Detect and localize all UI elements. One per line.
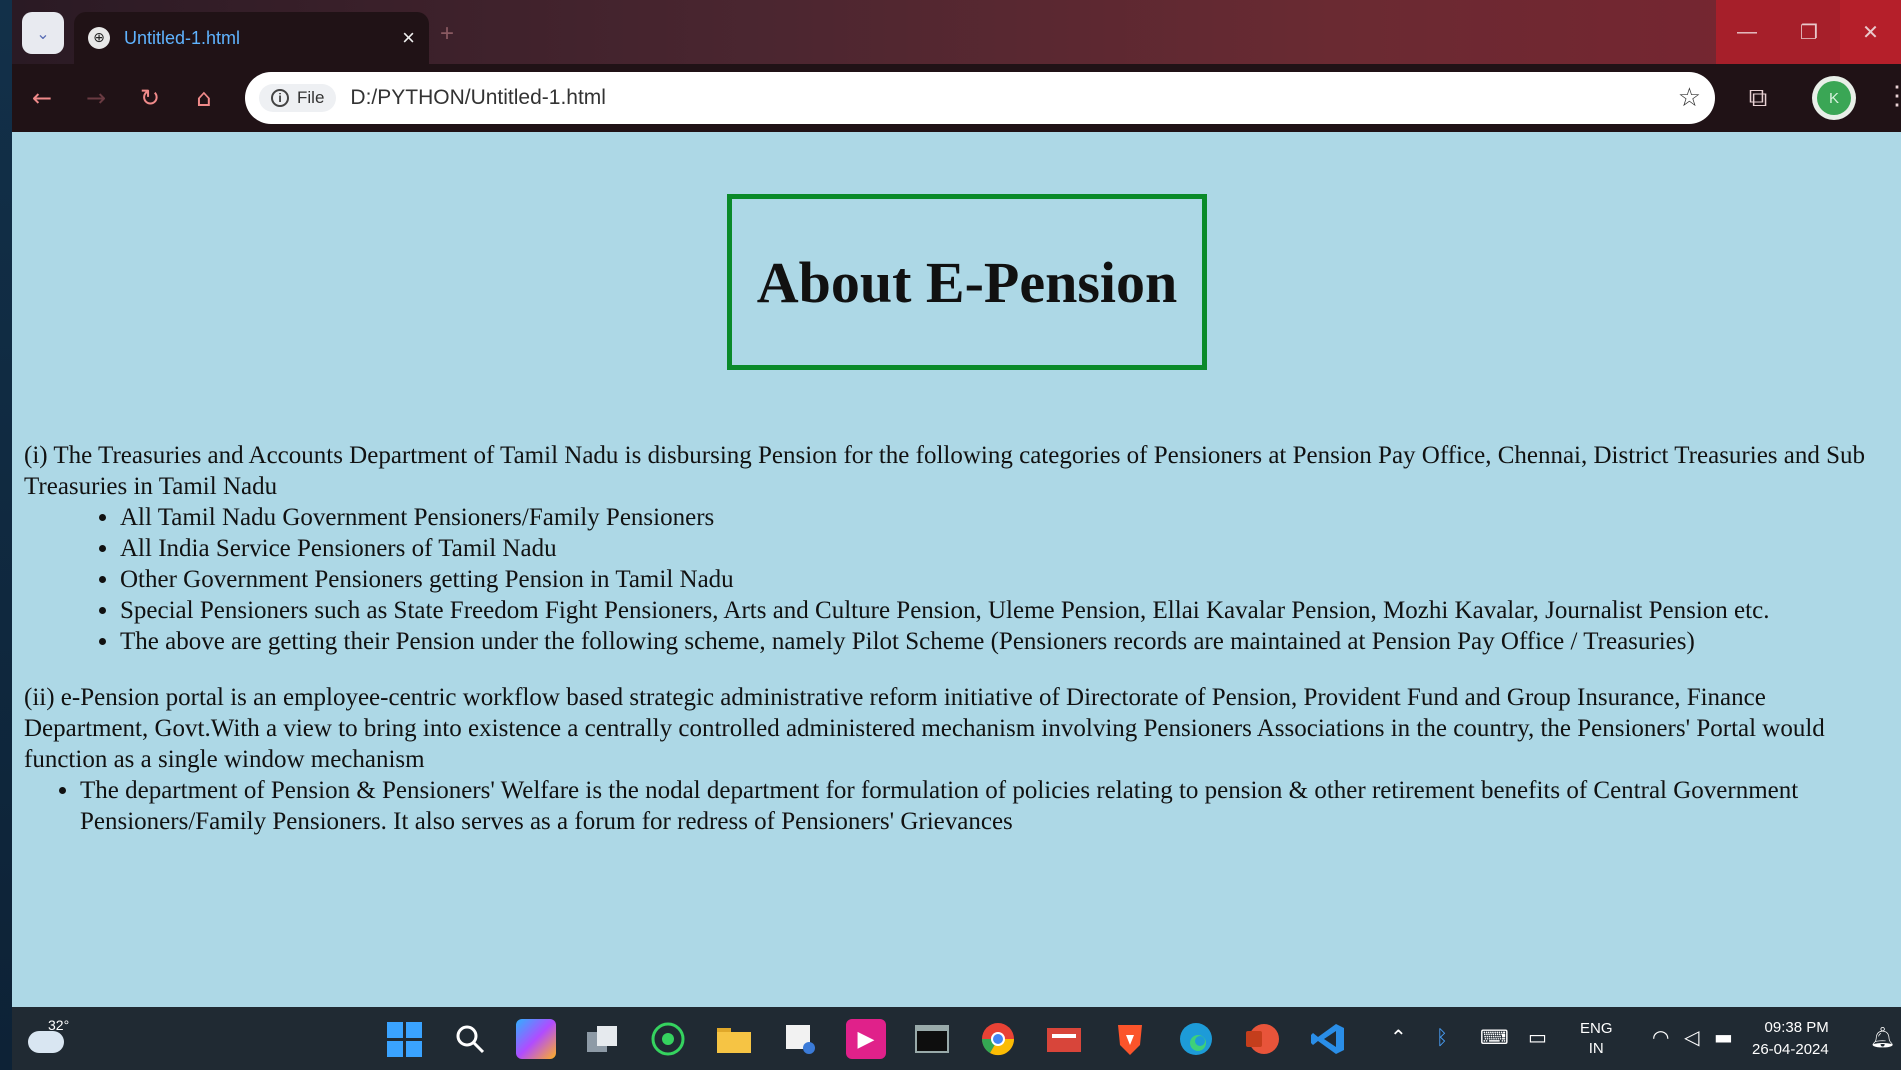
whatsapp-icon[interactable] <box>648 1019 688 1059</box>
page-viewport: About E-Pension (i) The Treasuries and A… <box>12 132 1901 1007</box>
back-arrow-icon[interactable]: ← <box>22 78 62 118</box>
media-app-icon[interactable]: ▶ <box>846 1019 886 1059</box>
task-view-icon[interactable] <box>582 1019 622 1059</box>
list-item: The above are getting their Pension unde… <box>120 626 1892 657</box>
clock-date: 26-04-2024 <box>1752 1040 1829 1058</box>
cloud-icon <box>28 1031 64 1053</box>
terminal-icon[interactable] <box>912 1019 952 1059</box>
tab-active[interactable]: ⊕ Untitled-1.html × <box>74 12 429 64</box>
paragraph-1: (i) The Treasuries and Accounts Departme… <box>24 442 1866 500</box>
keyboard-icon[interactable]: ⌨ <box>1480 1025 1509 1049</box>
edge-icon[interactable] <box>1176 1019 1216 1059</box>
store-icon[interactable] <box>1044 1019 1084 1059</box>
site-info-chip[interactable]: i File <box>259 84 337 112</box>
site-info-label: File <box>297 88 325 107</box>
tray-overflow-chevron-icon[interactable]: ⌃ <box>1390 1025 1407 1049</box>
new-tab-button[interactable]: + <box>440 20 454 48</box>
search-icon[interactable] <box>450 1019 490 1059</box>
tab-title: Untitled-1.html <box>124 27 241 48</box>
home-icon[interactable]: ⌂ <box>184 78 224 118</box>
list-item: Special Pensioners such as State Freedom… <box>120 595 1892 626</box>
system-clock[interactable]: 09:38 PM 26-04-2024 <box>1752 1007 1829 1070</box>
powerpoint-icon[interactable] <box>1242 1019 1282 1059</box>
battery-icon[interactable]: ▬ <box>1714 1025 1733 1049</box>
address-bar[interactable]: i File D:/PYTHON/Untitled-1.html ☆ <box>245 72 1715 124</box>
profile-avatar[interactable]: K <box>1812 76 1856 120</box>
list-item: Other Government Pensioners getting Pens… <box>120 564 1892 595</box>
volume-icon[interactable]: ◁ <box>1684 1025 1699 1049</box>
desktop-edge <box>0 0 12 1070</box>
page-content: (i) The Treasuries and Accounts Departme… <box>24 440 1892 837</box>
copilot-icon[interactable] <box>516 1019 556 1059</box>
reload-icon[interactable]: ↻ <box>130 78 170 118</box>
pensioner-category-list: All Tamil Nadu Government Pensioners/Fam… <box>24 502 1892 657</box>
avatar-initial: K <box>1817 81 1851 115</box>
info-icon: i <box>271 89 289 107</box>
window-close-button[interactable]: ✕ <box>1840 0 1901 64</box>
tab-close-icon[interactable]: × <box>402 25 415 51</box>
list-item: The department of Pension & Pensioners' … <box>80 775 1892 837</box>
browser-tab-strip: ⌄ ⊕ Untitled-1.html × + <box>12 0 1901 64</box>
extensions-puzzle-icon[interactable]: ⧉ <box>1742 82 1774 114</box>
weather-widget[interactable]: 32° <box>26 1017 70 1061</box>
list-item: All India Service Pensioners of Tamil Na… <box>120 533 1892 564</box>
clock-time: 09:38 PM <box>1764 1018 1829 1036</box>
language-indicator[interactable]: ENG IN <box>1580 1007 1613 1070</box>
window-minimize-button[interactable]: — <box>1716 0 1778 64</box>
start-icon[interactable] <box>384 1019 424 1059</box>
window-restore-button[interactable]: ❐ <box>1778 0 1840 64</box>
notification-bell-icon[interactable]: 🔔︎ <box>1870 1025 1895 1049</box>
heading-box: About E-Pension <box>727 194 1207 370</box>
wifi-icon[interactable]: ◠ <box>1652 1025 1669 1049</box>
chrome-icon[interactable] <box>978 1019 1018 1059</box>
bookmark-star-icon[interactable]: ☆ <box>1678 83 1701 113</box>
lang-bottom: IN <box>1588 1039 1604 1057</box>
lang-top: ENG <box>1580 1019 1613 1037</box>
snipping-tool-icon[interactable] <box>780 1019 820 1059</box>
forward-arrow-icon[interactable]: → <box>76 78 116 118</box>
list-item: All Tamil Nadu Government Pensioners/Fam… <box>120 502 1892 533</box>
display-icon[interactable]: ▭ <box>1528 1025 1547 1049</box>
url-text[interactable]: D:/PYTHON/Untitled-1.html <box>350 86 1677 110</box>
file-explorer-icon[interactable] <box>714 1019 754 1059</box>
browser-menu-icon[interactable]: ⋮ <box>1884 80 1901 111</box>
weather-temp: 32° <box>48 1017 70 1033</box>
brave-icon[interactable] <box>1110 1019 1150 1059</box>
vscode-icon[interactable] <box>1308 1019 1348 1059</box>
browser-toolbar: ← → ↻ ⌂ i File D:/PYTHON/Untitled-1.html… <box>12 64 1901 132</box>
windows-taskbar: 32° ▶ ⌃ ᛒ ⌨ ▭ ENG IN ◠ ◁ ▬ 09:38 PM 26-0… <box>12 1007 1901 1070</box>
tab-search-icon[interactable]: ⌄ <box>22 12 64 54</box>
page-title: About E-Pension <box>756 249 1178 315</box>
globe-icon: ⊕ <box>88 27 110 49</box>
bluetooth-icon[interactable]: ᛒ <box>1436 1025 1448 1049</box>
portal-info-list: The department of Pension & Pensioners' … <box>24 775 1892 837</box>
paragraph-2: (ii) e-Pension portal is an employee-cen… <box>24 684 1825 773</box>
